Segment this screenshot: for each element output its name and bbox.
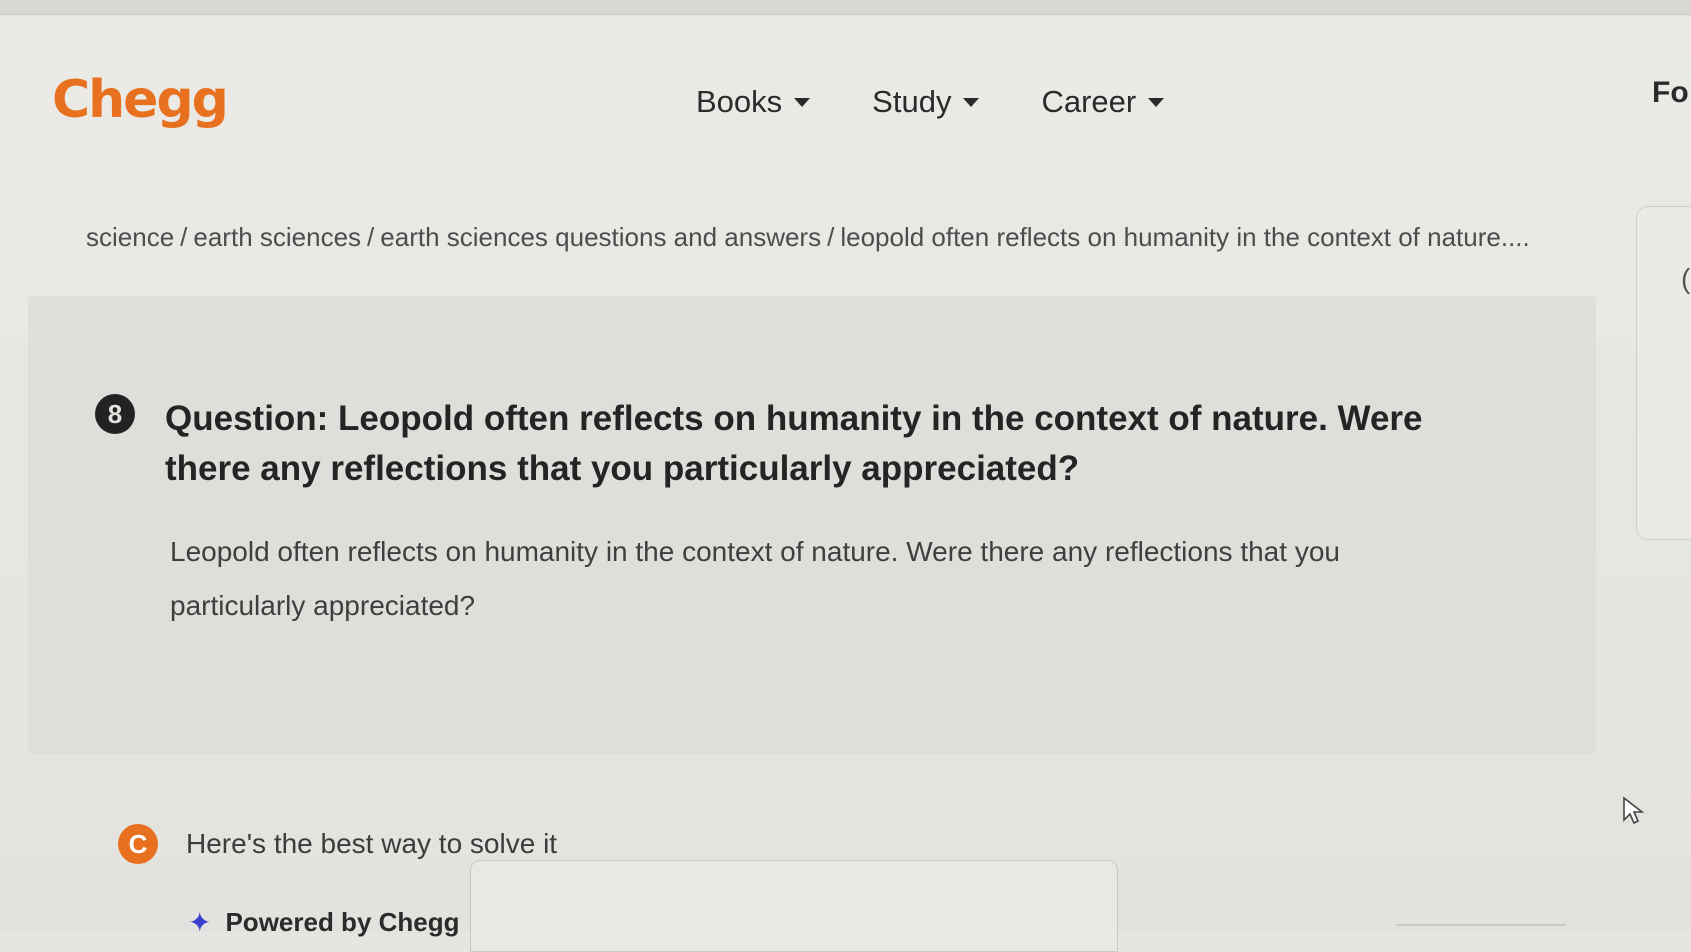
breadcrumb-science[interactable]: science [86,222,174,252]
powered-by-label: Powered by Chegg [225,907,460,937]
side-card[interactable]: ( [1636,206,1691,540]
mouse-pointer-icon [1622,796,1645,831]
chegg-c-icon: C [118,824,158,864]
nav-books[interactable]: Books [696,84,811,120]
answer-intro-text: Here's the best way to solve it [186,828,558,859]
main-nav: Books Study Career [696,84,1226,120]
question-title: Question: Leopold often reflects on huma… [165,399,1423,488]
nav-study-label: Study [872,84,952,119]
nav-partial-item[interactable]: Fo [1652,76,1689,110]
chevron-down-icon [963,97,980,107]
breadcrumb-current: leopold often reflects on humanity in th… [840,222,1530,252]
breadcrumb: science / earth sciences / earth sciences qu… [86,222,1530,253]
breadcrumb-qa[interactable]: earth sciences questions and answers [380,222,821,252]
nav-career[interactable]: Career [1041,84,1165,120]
chevron-down-icon [794,97,811,107]
breadcrumb-earth-sciences[interactable]: earth sciences [193,222,361,252]
browser-top-strip [0,0,1691,15]
breadcrumb-separator: / [180,222,188,252]
question-badge: 8 [95,394,135,434]
answer-content-box [470,860,1118,952]
chevron-down-icon [1148,97,1165,107]
bottom-right-element [1396,924,1566,926]
breadcrumb-separator: / [367,222,375,252]
answer-header: C Here's the best way to solve it [118,824,557,864]
breadcrumb-separator: / [827,222,835,252]
nav-study[interactable]: Study [872,84,980,120]
powered-by: ✦ Powered by Chegg [188,906,460,939]
sparkle-icon: ✦ [188,907,212,938]
chegg-logo[interactable]: Chegg [52,70,229,130]
side-card-partial-icon: ( [1681,263,1691,294]
question-body: Leopold often reflects on humanity in th… [170,536,1340,621]
nav-career-label: Career [1041,84,1137,119]
nav-books-label: Books [696,84,783,119]
